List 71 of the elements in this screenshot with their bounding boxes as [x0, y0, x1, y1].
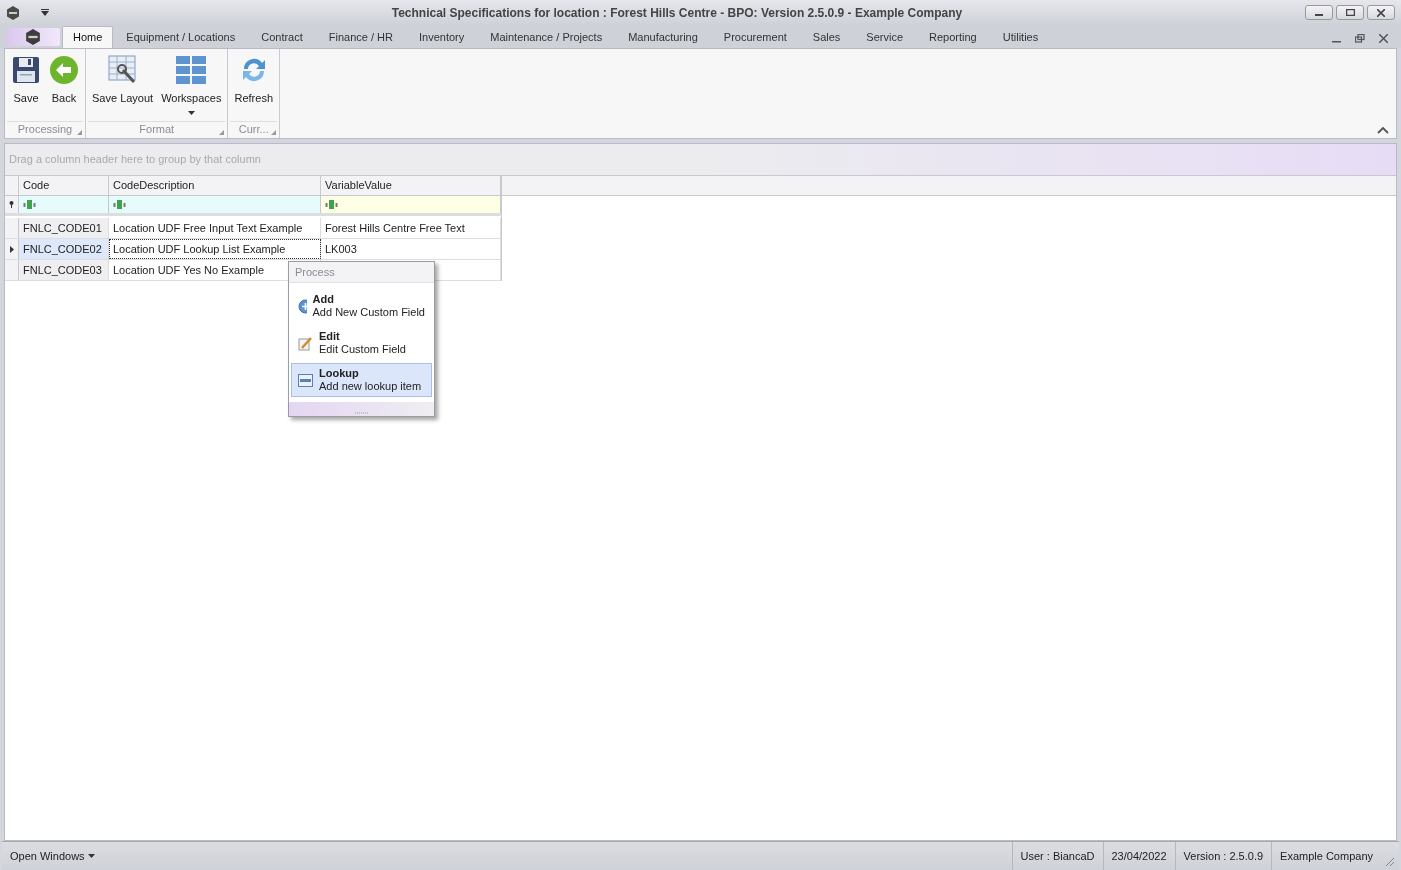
group-panel-hint: Drag a column header here to group by that column [9, 152, 261, 168]
ribbon-tab[interactable]: Finance / HR [315, 26, 406, 48]
minimize-icon [1315, 14, 1323, 16]
collapse-ribbon-icon[interactable] [1377, 126, 1389, 134]
table-cell: Location UDF Lookup List Example [109, 239, 321, 259]
row-indicator[interactable] [5, 239, 19, 259]
ribbon-button[interactable]: Back [45, 49, 83, 121]
grid-tiles-icon [175, 55, 208, 85]
quick-access-dropdown-icon[interactable] [41, 9, 49, 16]
ribbon-tab[interactable]: Contract [248, 26, 316, 48]
ribbon-button[interactable]: Save Layout [88, 49, 158, 121]
ribbon-button[interactable]: Save [7, 49, 45, 121]
column-header[interactable]: CodeDescription [109, 176, 321, 195]
open-windows-button[interactable]: Open Windows [10, 847, 95, 865]
ribbon-button[interactable]: Workspaces [157, 49, 226, 121]
pencil-page-icon [298, 335, 313, 351]
column-header[interactable]: VariableValue [321, 176, 501, 195]
ribbon-tab[interactable]: Procurement [710, 26, 800, 48]
close-icon[interactable] [1379, 34, 1388, 43]
table-cell: FNLC_CODE01 [19, 218, 109, 238]
filter-cell[interactable] [19, 196, 109, 213]
ribbon-tab[interactable]: Home [62, 26, 114, 48]
column-header[interactable]: Code [19, 176, 109, 195]
dialog-launcher-icon[interactable] [77, 130, 82, 135]
filter-cell[interactable] [321, 196, 501, 213]
close-icon [1377, 8, 1385, 17]
ribbon-tab[interactable]: Equipment / Locations [113, 26, 249, 48]
list-window-icon [298, 373, 313, 387]
menu-item[interactable]: Add Add New Custom Field [291, 289, 432, 323]
text-filter-icon[interactable] [325, 200, 339, 209]
row-pointer-icon [9, 245, 14, 253]
dialog-launcher-icon[interactable] [271, 130, 276, 135]
table-cell: FNLC_CODE02 [19, 239, 109, 259]
ribbon-group-label: Curr... [238, 121, 269, 137]
filter-cell[interactable] [109, 196, 321, 213]
ribbon-tab[interactable]: Inventory [406, 26, 478, 48]
caret-icon [87, 854, 95, 858]
ribbon-tab[interactable]: Reporting [916, 26, 990, 48]
application-menu-button[interactable] [6, 28, 60, 46]
status-field: User : BiancaD [1020, 847, 1095, 865]
restore-icon[interactable] [1355, 34, 1365, 43]
table-cell: FNLC_CODE03 [19, 260, 109, 280]
text-filter-icon[interactable] [23, 200, 37, 209]
minimize-button[interactable] [1305, 5, 1333, 20]
status-field: Example Company [1280, 847, 1373, 865]
window-title: Technical Specifications for location : Forest Hills Centre - BPO: Version 2.5.0.9 - Example Company [390, 4, 964, 22]
ribbon-tab[interactable]: Service [853, 26, 917, 48]
text-filter-icon[interactable] [113, 200, 127, 209]
dropdown-caret-icon [187, 110, 195, 115]
ribbon-tab[interactable]: Utilities [989, 26, 1052, 48]
maximize-button[interactable] [1336, 5, 1364, 20]
ribbon-tab[interactable]: Sales [799, 26, 854, 48]
ribbon-button[interactable]: Refresh [230, 49, 277, 121]
status-field: 23/04/2022 [1111, 847, 1167, 865]
menu-section-header: Process [295, 264, 335, 280]
ribbon-group-label: Processing [17, 121, 73, 137]
close-button[interactable] [1367, 5, 1395, 20]
ribbon-tab[interactable]: Manufacturing [615, 26, 711, 48]
menu-item[interactable]: Edit Edit Custom Field [291, 326, 432, 360]
dialog-launcher-icon[interactable] [219, 130, 225, 135]
ribbon-group-label: Format [139, 121, 175, 137]
filter-pin-icon [9, 201, 14, 208]
maximize-icon [1345, 9, 1355, 16]
ribbon-tab[interactable]: Maintenance / Projects [477, 26, 616, 48]
resize-grip-icon[interactable] [1385, 857, 1395, 867]
app-logo-icon[interactable] [6, 5, 20, 20]
add-circle-icon [298, 298, 307, 314]
app-logo-icon [25, 29, 41, 45]
status-field: Version : 2.5.0.9 [1183, 847, 1264, 865]
table-wrench-icon [106, 54, 139, 86]
menu-item[interactable]: Lookup Add new lookup item [291, 363, 432, 397]
